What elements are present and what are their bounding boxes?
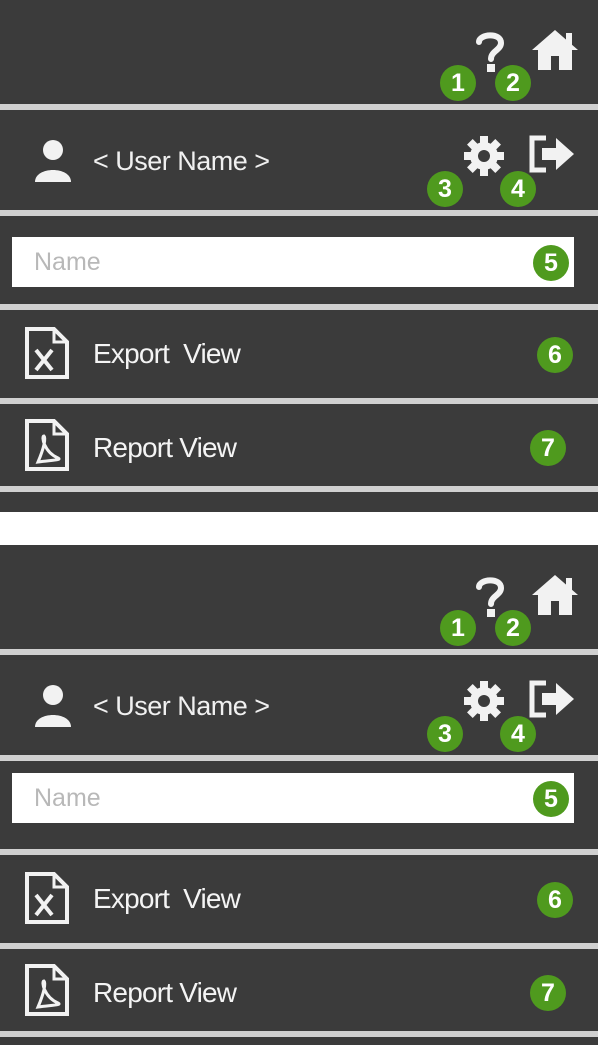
logout-icon[interactable]: [528, 134, 576, 174]
badge-7: 7: [530, 430, 566, 466]
gear-icon[interactable]: [462, 679, 506, 723]
user-icon: [35, 685, 71, 727]
next-row-partial: [0, 1037, 598, 1045]
pdf-file-icon: [25, 419, 69, 471]
badge-4: 4: [500, 716, 536, 752]
menu-item-report-view[interactable]: [0, 949, 598, 1031]
badge-2: 2: [495, 65, 531, 101]
badge-5: 5: [533, 781, 569, 817]
badge-3: 3: [427, 716, 463, 752]
user-icon: [35, 140, 71, 182]
name-search-input[interactable]: [12, 237, 574, 287]
user-name-label: < User Name >: [93, 146, 270, 176]
next-row-partial: [0, 492, 598, 512]
export-view-label: Export View: [93, 883, 241, 914]
home-icon[interactable]: [530, 28, 580, 72]
gear-icon[interactable]: [462, 134, 506, 178]
badge-1: 1: [440, 65, 476, 101]
export-view-label: Export View: [93, 338, 241, 369]
badge-4: 4: [500, 171, 536, 207]
excel-file-icon: [25, 327, 69, 379]
badge-6: 6: [537, 882, 573, 918]
badge-3: 3: [427, 171, 463, 207]
badge-2: 2: [495, 610, 531, 646]
logout-icon[interactable]: [528, 679, 576, 719]
sidebar-panel-2: 1 2 < User Name > 3 4 5: [0, 545, 598, 1045]
badge-1: 1: [440, 610, 476, 646]
pdf-file-icon: [25, 964, 69, 1016]
menu-item-report-view[interactable]: [0, 404, 598, 486]
report-view-label: Report View: [93, 977, 237, 1008]
badge-7: 7: [530, 975, 566, 1011]
badge-5: 5: [533, 245, 569, 281]
name-search-input[interactable]: [12, 773, 574, 823]
menu-item-export-view[interactable]: [0, 310, 598, 398]
user-name-label: < User Name >: [93, 691, 270, 721]
home-icon[interactable]: [530, 573, 580, 617]
menu-item-export-view[interactable]: [0, 855, 598, 943]
report-view-label: Report View: [93, 432, 237, 463]
excel-file-icon: [25, 872, 69, 924]
badge-6: 6: [537, 337, 573, 373]
sidebar-panel-1: 1 2 < User Name > 3 4 5: [0, 0, 598, 515]
